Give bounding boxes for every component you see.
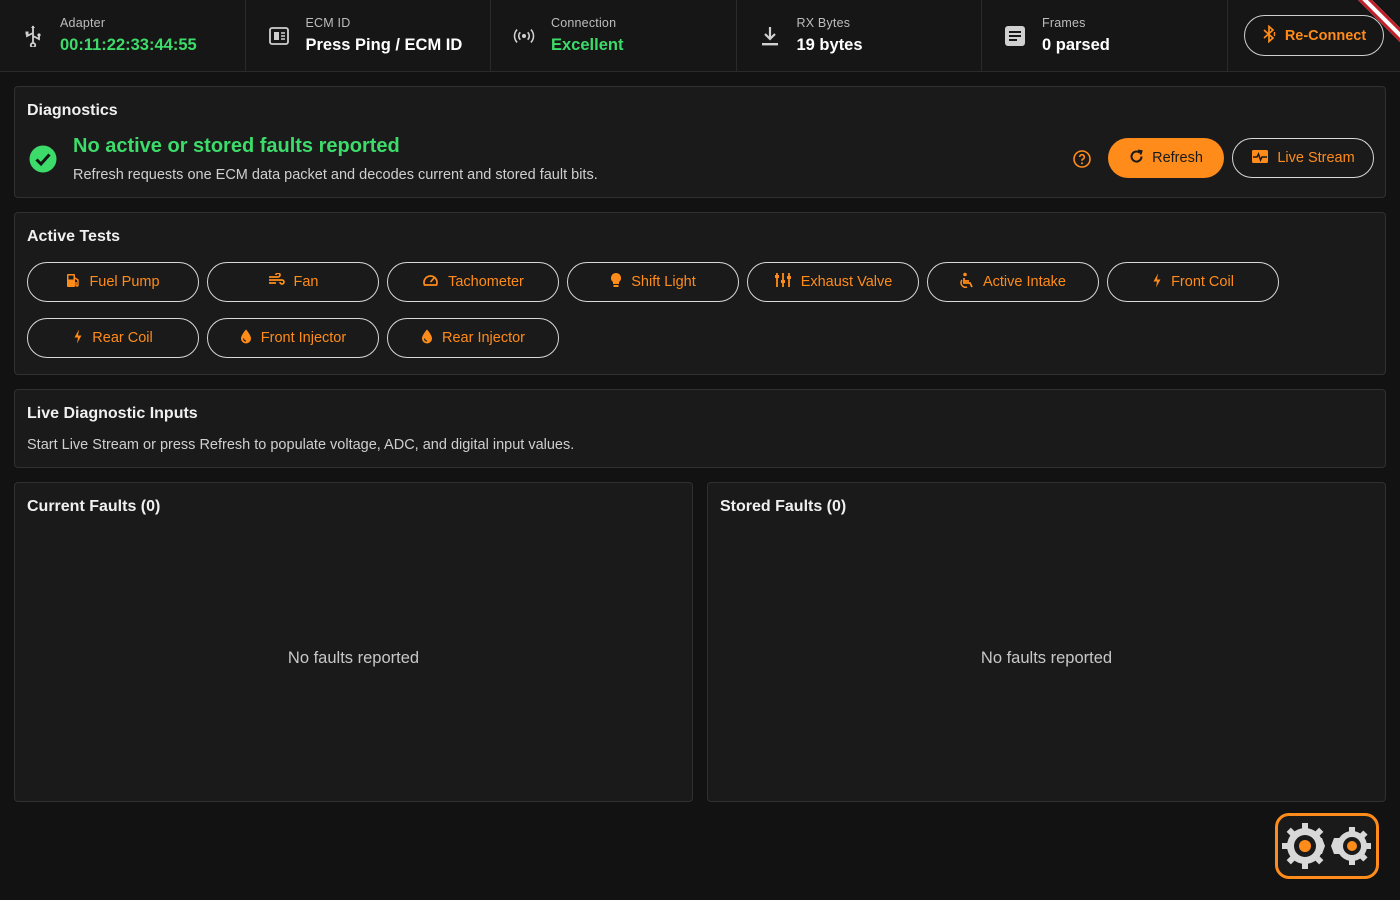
live-inputs-title: Live Diagnostic Inputs <box>27 405 198 422</box>
download-icon <box>759 25 781 47</box>
diagnostics-card: Diagnostics No active or stored faults r… <box>14 86 1386 198</box>
document-icon <box>1004 25 1026 47</box>
test-label: Fan <box>293 274 319 290</box>
status-bar: Adapter 00:11:22:33:44:55 ECM ID Press P… <box>0 0 1400 72</box>
rx-value: 19 bytes <box>796 36 863 54</box>
test-front-injector-button[interactable]: Front Injector <box>207 318 379 358</box>
connection-label: Connection <box>551 16 617 30</box>
live-stream-button[interactable]: Live Stream <box>1232 138 1374 178</box>
signal-icon <box>513 25 535 47</box>
test-rear-injector-button[interactable]: Rear Injector <box>387 318 559 358</box>
live-stream-label: Live Stream <box>1277 150 1355 166</box>
intake-icon <box>960 272 974 292</box>
test-label: Front Injector <box>260 330 347 346</box>
help-icon[interactable] <box>1073 150 1091 173</box>
current-faults-empty: No faults reported <box>287 649 420 667</box>
bolt-icon <box>1152 273 1162 292</box>
diagnostics-status: No active or stored faults reported <box>73 135 400 157</box>
test-label: Tachometer <box>448 274 524 290</box>
test-rear-coil-button[interactable]: Rear Coil <box>27 318 199 358</box>
frames-label: Frames <box>1042 16 1086 30</box>
live-inputs-card: Live Diagnostic Inputs Start Live Stream… <box>14 389 1386 468</box>
test-front-coil-button[interactable]: Front Coil <box>1107 262 1279 302</box>
live-inputs-text: Start Live Stream or press Refresh to po… <box>27 437 575 453</box>
fuel-pump-icon <box>66 273 80 292</box>
active-tests-title: Active Tests <box>27 228 121 245</box>
stored-faults-empty: No faults reported <box>980 649 1113 667</box>
frames-stat: Frames 0 parsed <box>982 0 1228 71</box>
test-label: Active Intake <box>982 274 1066 290</box>
chip-icon <box>268 25 290 47</box>
adapter-stat: Adapter 00:11:22:33:44:55 <box>0 0 246 71</box>
valve-icon <box>774 272 792 292</box>
gear-logo-icon <box>1282 823 1371 869</box>
rx-label: RX Bytes <box>796 16 851 30</box>
rx-stat: RX Bytes 19 bytes <box>737 0 982 71</box>
test-fuel-pump-button[interactable]: Fuel Pump <box>27 262 199 302</box>
monitor-heart-icon <box>1251 149 1269 168</box>
refresh-label: Refresh <box>1152 150 1203 166</box>
frames-value: 0 parsed <box>1042 36 1110 54</box>
reconnect-button[interactable]: Re-Connect <box>1243 15 1384 56</box>
check-circle-icon <box>29 145 57 178</box>
ecm-stat: ECM ID Press Ping / ECM ID <box>246 0 491 71</box>
stored-faults-card: Stored Faults (0) No faults reported <box>707 482 1386 802</box>
test-fan-button[interactable]: Fan <box>207 262 379 302</box>
active-tests-card: Active Tests Fuel Pump Fan Tachometer Sh… <box>14 212 1386 375</box>
fan-icon <box>268 272 285 291</box>
bluetooth-icon <box>1261 24 1277 47</box>
connection-value: Excellent <box>551 36 624 54</box>
app-logo[interactable] <box>1275 813 1379 879</box>
gauge-icon <box>422 273 439 291</box>
adapter-label: Adapter <box>60 16 106 30</box>
test-label: Rear Coil <box>92 330 153 346</box>
test-label: Shift Light <box>631 274 696 290</box>
test-label: Front Coil <box>1171 274 1234 290</box>
bolt-icon <box>73 329 83 348</box>
ecm-label: ECM ID <box>305 16 351 30</box>
reconnect-label: Re-Connect <box>1284 27 1367 44</box>
usb-icon <box>22 25 44 47</box>
current-faults-title: Current Faults (0) <box>27 498 161 515</box>
ecm-value: Press Ping / ECM ID <box>305 36 463 54</box>
drop-icon <box>240 329 252 348</box>
test-label: Rear Injector <box>441 330 525 346</box>
test-shift-light-button[interactable]: Shift Light <box>567 262 739 302</box>
diagnostics-subtitle: Refresh requests one ECM data packet and… <box>73 167 598 183</box>
test-active-intake-button[interactable]: Active Intake <box>927 262 1099 302</box>
bulb-icon <box>610 272 622 292</box>
current-faults-card: Current Faults (0) No faults reported <box>14 482 693 802</box>
refresh-button[interactable]: Refresh <box>1108 138 1224 178</box>
test-exhaust-valve-button[interactable]: Exhaust Valve <box>747 262 919 302</box>
adapter-value: 00:11:22:33:44:55 <box>60 36 197 54</box>
stored-faults-title: Stored Faults (0) <box>720 498 847 515</box>
drop-icon <box>421 329 433 348</box>
test-tachometer-button[interactable]: Tachometer <box>387 262 559 302</box>
test-label: Exhaust Valve <box>800 274 893 290</box>
refresh-icon <box>1129 149 1144 168</box>
connection-stat: Connection Excellent <box>491 0 737 71</box>
reconnect-area: Re-Connect <box>1228 0 1400 71</box>
test-label: Fuel Pump <box>89 274 160 290</box>
diagnostics-title: Diagnostics <box>27 102 118 119</box>
